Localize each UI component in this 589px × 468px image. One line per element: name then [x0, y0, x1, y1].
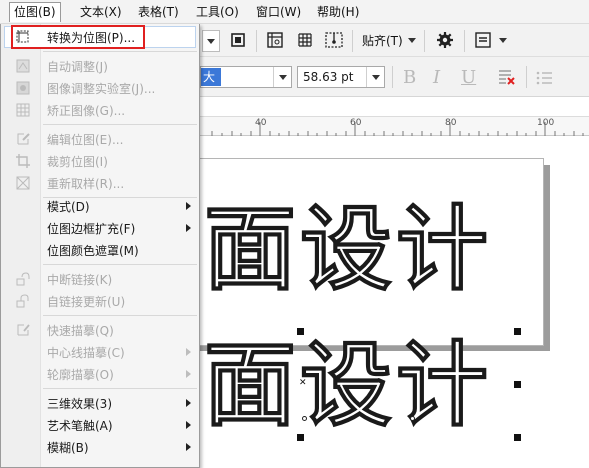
update-link-icon	[15, 293, 31, 309]
launcher-chevron-down-icon[interactable]	[498, 36, 508, 44]
menu-bitmap[interactable]: 位图(B)	[9, 2, 61, 22]
bold-icon[interactable]: B	[403, 67, 416, 88]
center-x-marker: ✕	[299, 378, 307, 388]
submenu-arrow-icon	[186, 421, 191, 429]
font-name-selection: 大	[201, 68, 221, 86]
font-size-chevron-icon	[366, 67, 384, 87]
ruler-label-40: 40	[255, 118, 267, 128]
application-launcher-icon[interactable]	[472, 29, 494, 51]
menu-item-bitmap-color-mask[interactable]: 位图颜色遮罩(M)	[1, 239, 199, 261]
menu-item-3d-effects[interactable]: 三维效果(3)	[1, 392, 199, 414]
selection-handle-top-middle[interactable]	[297, 328, 304, 335]
menu-item-auto-adjust[interactable]: 自动调整(J)	[1, 55, 199, 77]
selection-handle-middle-right[interactable]	[514, 381, 521, 388]
menu-item-blur[interactable]: 模糊(B)	[1, 436, 199, 458]
submenu-arrow-icon	[186, 399, 191, 407]
bitmap-menu: 转换为位图(P)... 自动调整(J) 图像调整实验室(J)... 矫正图像(G…	[0, 24, 200, 468]
auto-adjust-icon	[15, 58, 31, 74]
artistic-text-lower-selected[interactable]: 面设计	[203, 335, 492, 436]
underline-icon[interactable]: U	[461, 67, 476, 88]
menu-item-update-from-link[interactable]: 自链接更新(U)	[1, 290, 199, 312]
menu-item-quick-trace[interactable]: 快速描摹(Q)	[1, 319, 199, 341]
selection-handle-bottom-right[interactable]	[514, 434, 521, 441]
menu-item-crop-bitmap[interactable]: 裁剪位图(I)	[1, 150, 199, 172]
show-guidelines-icon[interactable]	[322, 29, 346, 51]
submenu-arrow-icon	[186, 224, 191, 232]
menu-item-centerline-trace[interactable]: 中心线描摹(C)	[1, 341, 199, 363]
submenu-arrow-icon	[186, 443, 191, 451]
snap-to-dropdown[interactable]: 贴齐(T)	[358, 31, 407, 51]
options-gear-icon[interactable]	[434, 29, 456, 51]
artistic-text-upper[interactable]: 面设计	[203, 199, 492, 300]
selection-handle-bottom-middle[interactable]	[297, 434, 304, 441]
menu-item-art-strokes[interactable]: 艺术笔触(A)	[1, 414, 199, 436]
menu-item-break-link[interactable]: 中断链接(K)	[1, 268, 199, 290]
menu-item-outline-trace[interactable]: 轮廓描摹(O)	[1, 363, 199, 385]
menu-tools[interactable]: 工具(O)	[192, 2, 243, 22]
menu-item-image-adjustment-lab[interactable]: 图像调整实验室(J)...	[1, 77, 199, 99]
quick-trace-icon	[15, 322, 31, 338]
font-size-dropdown[interactable]: 58.63 pt	[297, 66, 385, 88]
crop-bitmap-icon	[15, 153, 31, 169]
menu-window[interactable]: 窗口(W)	[252, 2, 305, 22]
node-point-icon[interactable]	[410, 416, 415, 421]
straighten-image-icon	[15, 102, 31, 118]
horizontal-ruler[interactable]: 40 60 80 100	[200, 116, 589, 136]
full-screen-icon[interactable]	[228, 30, 248, 50]
submenu-arrow-icon	[186, 348, 191, 356]
menu-item-resample[interactable]: 重新取样(R)...	[1, 172, 199, 194]
selection-handle-top-right[interactable]	[514, 328, 521, 335]
zoom-dropdown-button[interactable]	[202, 30, 220, 52]
resample-icon	[15, 175, 31, 191]
submenu-arrow-icon	[186, 202, 191, 210]
bullet-list-icon[interactable]	[534, 66, 554, 88]
show-rulers-icon[interactable]	[264, 29, 286, 51]
node-point-icon[interactable]	[302, 416, 307, 421]
text-color-icon[interactable]	[496, 66, 518, 88]
show-grid-icon[interactable]	[294, 29, 316, 51]
ruler-label-60: 60	[350, 118, 362, 128]
annotation-highlight-box	[11, 25, 145, 49]
menu-item-mode[interactable]: 模式(D)	[1, 195, 199, 217]
italic-icon[interactable]: I	[433, 67, 440, 88]
edit-bitmap-icon	[15, 131, 31, 147]
menu-bar: 位图(B) 文本(X) 表格(T) 工具(O) 窗口(W) 帮助(H)	[0, 0, 589, 24]
image-lab-icon	[15, 80, 31, 96]
ruler-label-100: 100	[537, 118, 555, 128]
menu-table[interactable]: 表格(T)	[134, 2, 183, 22]
font-list-chevron-icon	[273, 67, 291, 87]
snap-chevron-down-icon[interactable]	[407, 36, 417, 44]
ruler-label-80: 80	[445, 118, 457, 128]
font-size-value: 58.63 pt	[303, 70, 354, 84]
menu-item-straighten-image[interactable]: 矫正图像(G)...	[1, 99, 199, 121]
submenu-arrow-icon	[186, 370, 191, 378]
menu-help[interactable]: 帮助(H)	[313, 2, 363, 22]
menu-item-bitmap-border-expansion[interactable]: 位图边框扩充(F)	[1, 217, 199, 239]
font-list-dropdown[interactable]: 大	[200, 66, 292, 88]
menu-text[interactable]: 文本(X)	[76, 2, 126, 22]
break-link-icon	[15, 271, 31, 287]
menu-item-edit-bitmap[interactable]: 编辑位图(E)...	[1, 128, 199, 150]
